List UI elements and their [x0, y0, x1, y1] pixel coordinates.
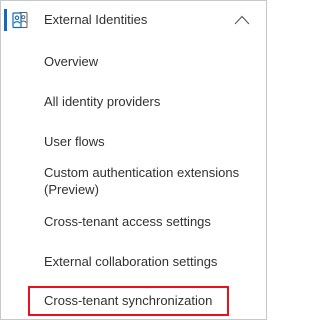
nav-item-external-collaboration-settings[interactable]: External collaboration settings	[44, 253, 217, 270]
nav-item-all-identity-providers[interactable]: All identity providers	[44, 93, 160, 110]
active-indicator	[4, 9, 7, 31]
nav-item-overview[interactable]: Overview	[44, 53, 98, 70]
group-title: External Identities	[44, 12, 148, 27]
nav-item-cross-tenant-synchronization[interactable]: Cross-tenant synchronization	[44, 292, 212, 309]
nav-item-custom-authentication-extensions[interactable]: Custom authentication extensions (Previe…	[44, 164, 244, 198]
nav-item-user-flows[interactable]: User flows	[44, 133, 105, 150]
external-identities-icon	[12, 11, 28, 29]
nav-panel: External Identities Overview All identit…	[0, 0, 267, 320]
nav-item-cross-tenant-access-settings[interactable]: Cross-tenant access settings	[44, 213, 211, 230]
external-identities-group-header[interactable]: External Identities	[1, 1, 266, 39]
chevron-up-icon[interactable]	[234, 13, 250, 25]
